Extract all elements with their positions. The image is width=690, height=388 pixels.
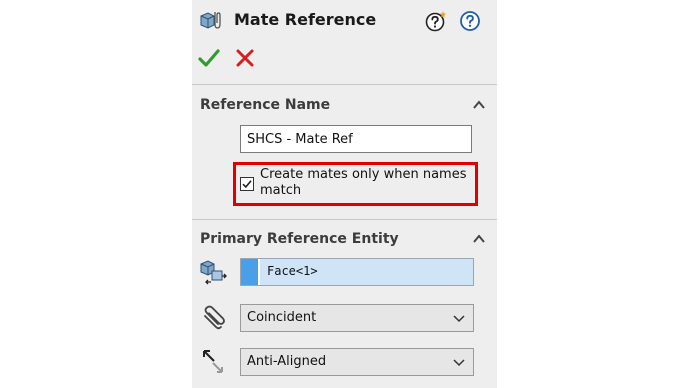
action-row — [192, 44, 497, 72]
section-header-reference-name[interactable]: Reference Name — [192, 94, 497, 116]
alignment-arrow-icon — [203, 350, 223, 373]
help-icon[interactable] — [459, 10, 481, 32]
divider — [192, 219, 497, 220]
selection-color-swatch — [241, 259, 258, 285]
reference-name-input[interactable] — [240, 125, 472, 153]
reference-entity-icon — [200, 260, 227, 285]
divider — [192, 84, 497, 85]
mate-type-dropdown[interactable]: Coincident — [240, 304, 474, 332]
section-header-primary-entity[interactable]: Primary Reference Entity — [192, 228, 497, 250]
title-row: Mate Reference — [192, 0, 497, 40]
alignment-dropdown[interactable]: Anti-Aligned — [240, 348, 474, 376]
selection-item[interactable]: Face<1> — [267, 264, 318, 278]
create-mates-checkbox[interactable] — [240, 177, 254, 191]
checkbox-label[interactable]: Create mates only when names match — [260, 167, 475, 199]
selection-separator — [258, 259, 260, 285]
section-title: Primary Reference Entity — [200, 231, 399, 247]
mate-reference-icon — [200, 12, 221, 29]
alignment-value: Anti-Aligned — [247, 354, 327, 369]
property-manager-panel: Mate Reference Reference Name SHCS - Mat… — [192, 0, 497, 388]
close-icon[interactable] — [233, 46, 257, 70]
paperclip-icon — [204, 305, 225, 330]
chevron-up-icon[interactable] — [472, 233, 486, 245]
chevron-up-icon[interactable] — [472, 99, 486, 111]
primary-entity-selection[interactable]: Face<1> — [240, 258, 474, 286]
chevron-down-icon — [453, 315, 465, 323]
section-title: Reference Name — [200, 97, 331, 113]
mate-type-value: Coincident — [247, 310, 317, 325]
page-title: Mate Reference — [234, 10, 377, 29]
whats-new-help-icon[interactable] — [425, 10, 447, 32]
chevron-down-icon — [453, 359, 465, 367]
checkmark-icon[interactable] — [197, 46, 221, 70]
